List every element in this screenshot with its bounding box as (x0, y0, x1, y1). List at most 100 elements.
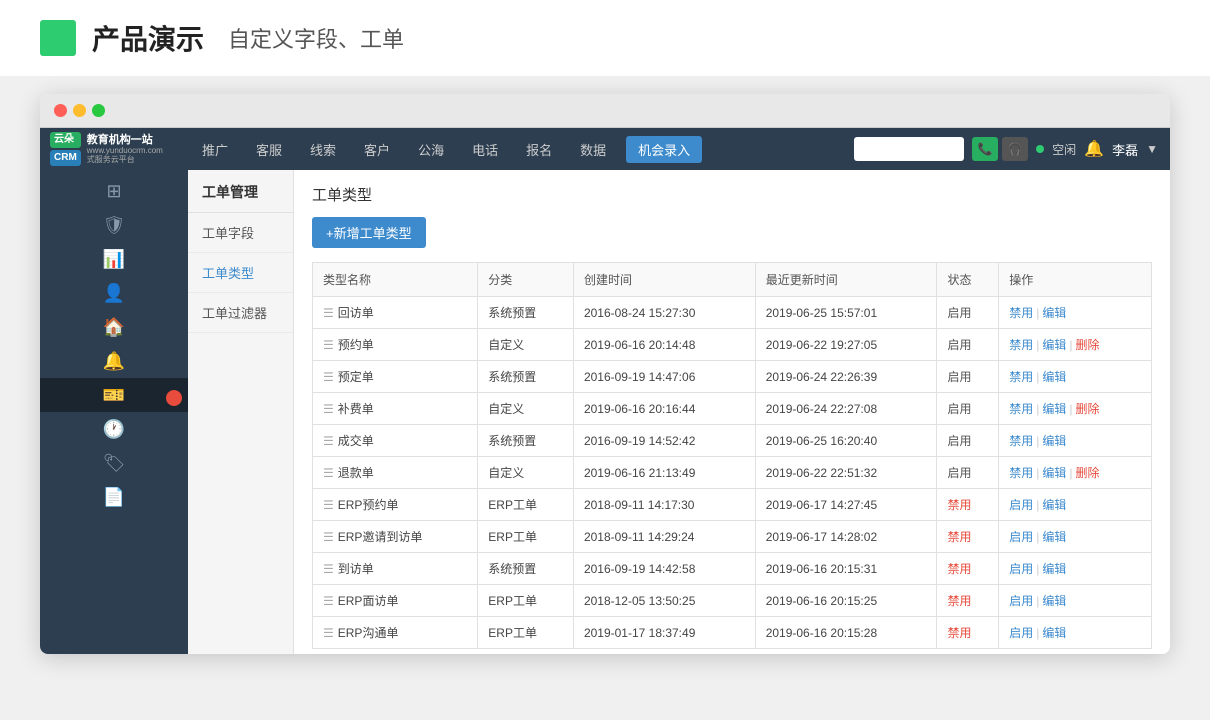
nav-item-data[interactable]: 数据 (566, 128, 620, 170)
status-badge: 禁用 (947, 562, 971, 576)
cell-status: 禁用 (937, 521, 999, 553)
status-badge: 启用 (947, 306, 971, 320)
person-icon: 👤 (103, 284, 125, 302)
sub-sidebar-item-types[interactable]: 工单类型 (188, 253, 293, 293)
col-header-name: 类型名称 (313, 263, 478, 297)
notification-bell-icon[interactable]: 🔔 (1084, 139, 1104, 159)
drag-icon: ☰ (323, 338, 334, 352)
action-link[interactable]: 编辑 (1042, 434, 1066, 448)
action-link[interactable]: 编辑 (1042, 562, 1066, 576)
cell-created: 2018-09-11 14:29:24 (573, 521, 755, 553)
sidebar-item-grid[interactable]: ⊞ (40, 174, 188, 208)
cell-actions: 禁用|编辑|删除 (999, 393, 1152, 425)
nav-item-public-sea[interactable]: 公海 (404, 128, 458, 170)
phone-icon[interactable]: 📞 (972, 137, 998, 161)
status-badge: 禁用 (947, 530, 971, 544)
action-link[interactable]: 启用 (1009, 562, 1033, 576)
action-link[interactable]: 禁用 (1009, 338, 1033, 352)
sidebar-item-home[interactable]: 🏠 (40, 310, 188, 344)
sidebar-item-tag[interactable]: 🏷 (40, 446, 188, 480)
action-link[interactable]: 编辑 (1042, 338, 1066, 352)
tag-icon: 🏷 (103, 454, 126, 472)
status-badge: 禁用 (947, 626, 971, 640)
cell-created: 2016-09-19 14:47:06 (573, 361, 755, 393)
nav-item-leads[interactable]: 线索 (296, 128, 350, 170)
action-link[interactable]: 禁用 (1009, 370, 1033, 384)
action-separator: | (1036, 498, 1039, 512)
cell-updated: 2019-06-16 20:15:28 (755, 617, 937, 649)
nav-item-signup[interactable]: 报名 (512, 128, 566, 170)
close-button[interactable] (54, 104, 67, 117)
cell-created: 2016-09-19 14:52:42 (573, 425, 755, 457)
sidebar-item-shield[interactable]: 🛡 (40, 208, 188, 242)
table-row: ☰成交单系统预置2016-09-19 14:52:422019-06-25 16… (313, 425, 1152, 457)
sidebar-item-ticket[interactable]: 🎫 (40, 378, 188, 412)
nav-item-phone[interactable]: 电话 (458, 128, 512, 170)
drag-icon: ☰ (323, 562, 334, 576)
sidebar-item-chart[interactable]: 📊 (40, 242, 188, 276)
action-link[interactable]: 启用 (1009, 594, 1033, 608)
table-row: ☰ERP邀请到访单ERP工单2018-09-11 14:29:242019-06… (313, 521, 1152, 553)
add-type-button[interactable]: +新增工单类型 (312, 217, 426, 248)
action-link[interactable]: 编辑 (1042, 402, 1066, 416)
cell-category: 系统预置 (478, 553, 574, 585)
action-link[interactable]: 编辑 (1042, 594, 1066, 608)
user-name[interactable]: 李磊 (1112, 140, 1138, 159)
sidebar: ⊞ 🛡 📊 👤 🏠 🔔 🎫 (40, 170, 188, 654)
nav-item-clients[interactable]: 客户 (350, 128, 404, 170)
action-link[interactable]: 禁用 (1009, 306, 1033, 320)
action-separator: | (1036, 370, 1039, 384)
action-separator: | (1036, 466, 1039, 480)
action-delete-link[interactable]: 删除 (1075, 338, 1099, 352)
user-dropdown-icon[interactable]: ▼ (1146, 142, 1158, 156)
drag-icon: ☰ (323, 306, 334, 320)
action-link[interactable]: 启用 (1009, 498, 1033, 512)
action-separator: | (1036, 434, 1039, 448)
action-delete-link[interactable]: 删除 (1075, 466, 1099, 480)
minimize-button[interactable] (73, 104, 86, 117)
headset-icon[interactable]: 🎧 (1002, 137, 1028, 161)
table-row: ☰ERP沟通单ERP工单2019-01-17 18:37:492019-06-1… (313, 617, 1152, 649)
cell-created: 2016-09-19 14:42:58 (573, 553, 755, 585)
nav-item-promote[interactable]: 推广 (188, 128, 242, 170)
table-row: ☰退款单自定义2019-06-16 21:13:492019-06-22 22:… (313, 457, 1152, 489)
sub-sidebar-item-fields[interactable]: 工单字段 (188, 213, 293, 253)
drag-icon: ☰ (323, 594, 334, 608)
action-link[interactable]: 编辑 (1042, 498, 1066, 512)
sidebar-item-bell[interactable]: 🔔 (40, 344, 188, 378)
action-separator: | (1036, 306, 1039, 320)
nav-item-opportunity[interactable]: 机会录入 (626, 136, 702, 163)
action-delete-link[interactable]: 删除 (1075, 402, 1099, 416)
action-link[interactable]: 编辑 (1042, 626, 1066, 640)
sidebar-item-doc[interactable]: 📄 (40, 480, 188, 514)
action-link[interactable]: 编辑 (1042, 530, 1066, 544)
nav-item-customer-service[interactable]: 客服 (242, 128, 296, 170)
cell-category: 系统预置 (478, 425, 574, 457)
cell-actions: 禁用|编辑|删除 (999, 329, 1152, 361)
action-link[interactable]: 编辑 (1042, 370, 1066, 384)
cell-created: 2019-06-16 21:13:49 (573, 457, 755, 489)
action-link[interactable]: 禁用 (1009, 466, 1033, 480)
cell-status: 禁用 (937, 489, 999, 521)
cell-updated: 2019-06-16 20:15:25 (755, 585, 937, 617)
action-link[interactable]: 启用 (1009, 530, 1033, 544)
cell-category: 系统预置 (478, 361, 574, 393)
action-link[interactable]: 禁用 (1009, 402, 1033, 416)
drag-icon: ☰ (323, 626, 334, 640)
table-row: ☰预约单自定义2019-06-16 20:14:482019-06-22 19:… (313, 329, 1152, 361)
status-dot (1036, 145, 1044, 153)
cell-created: 2019-06-16 20:16:44 (573, 393, 755, 425)
action-link[interactable]: 编辑 (1042, 306, 1066, 320)
sidebar-item-clock[interactable]: 🕐 (40, 412, 188, 446)
home-icon: 🏠 (103, 318, 125, 336)
action-link[interactable]: 编辑 (1042, 466, 1066, 480)
cell-actions: 禁用|编辑|删除 (999, 457, 1152, 489)
page-header: 产品演示 自定义字段、工单 (0, 0, 1210, 76)
search-input[interactable] (854, 137, 964, 161)
maximize-button[interactable] (92, 104, 105, 117)
action-link[interactable]: 禁用 (1009, 434, 1033, 448)
action-link[interactable]: 启用 (1009, 626, 1033, 640)
cell-name: ☰到访单 (313, 553, 478, 585)
sidebar-item-person[interactable]: 👤 (40, 276, 188, 310)
sub-sidebar-item-filters[interactable]: 工单过滤器 (188, 293, 293, 333)
